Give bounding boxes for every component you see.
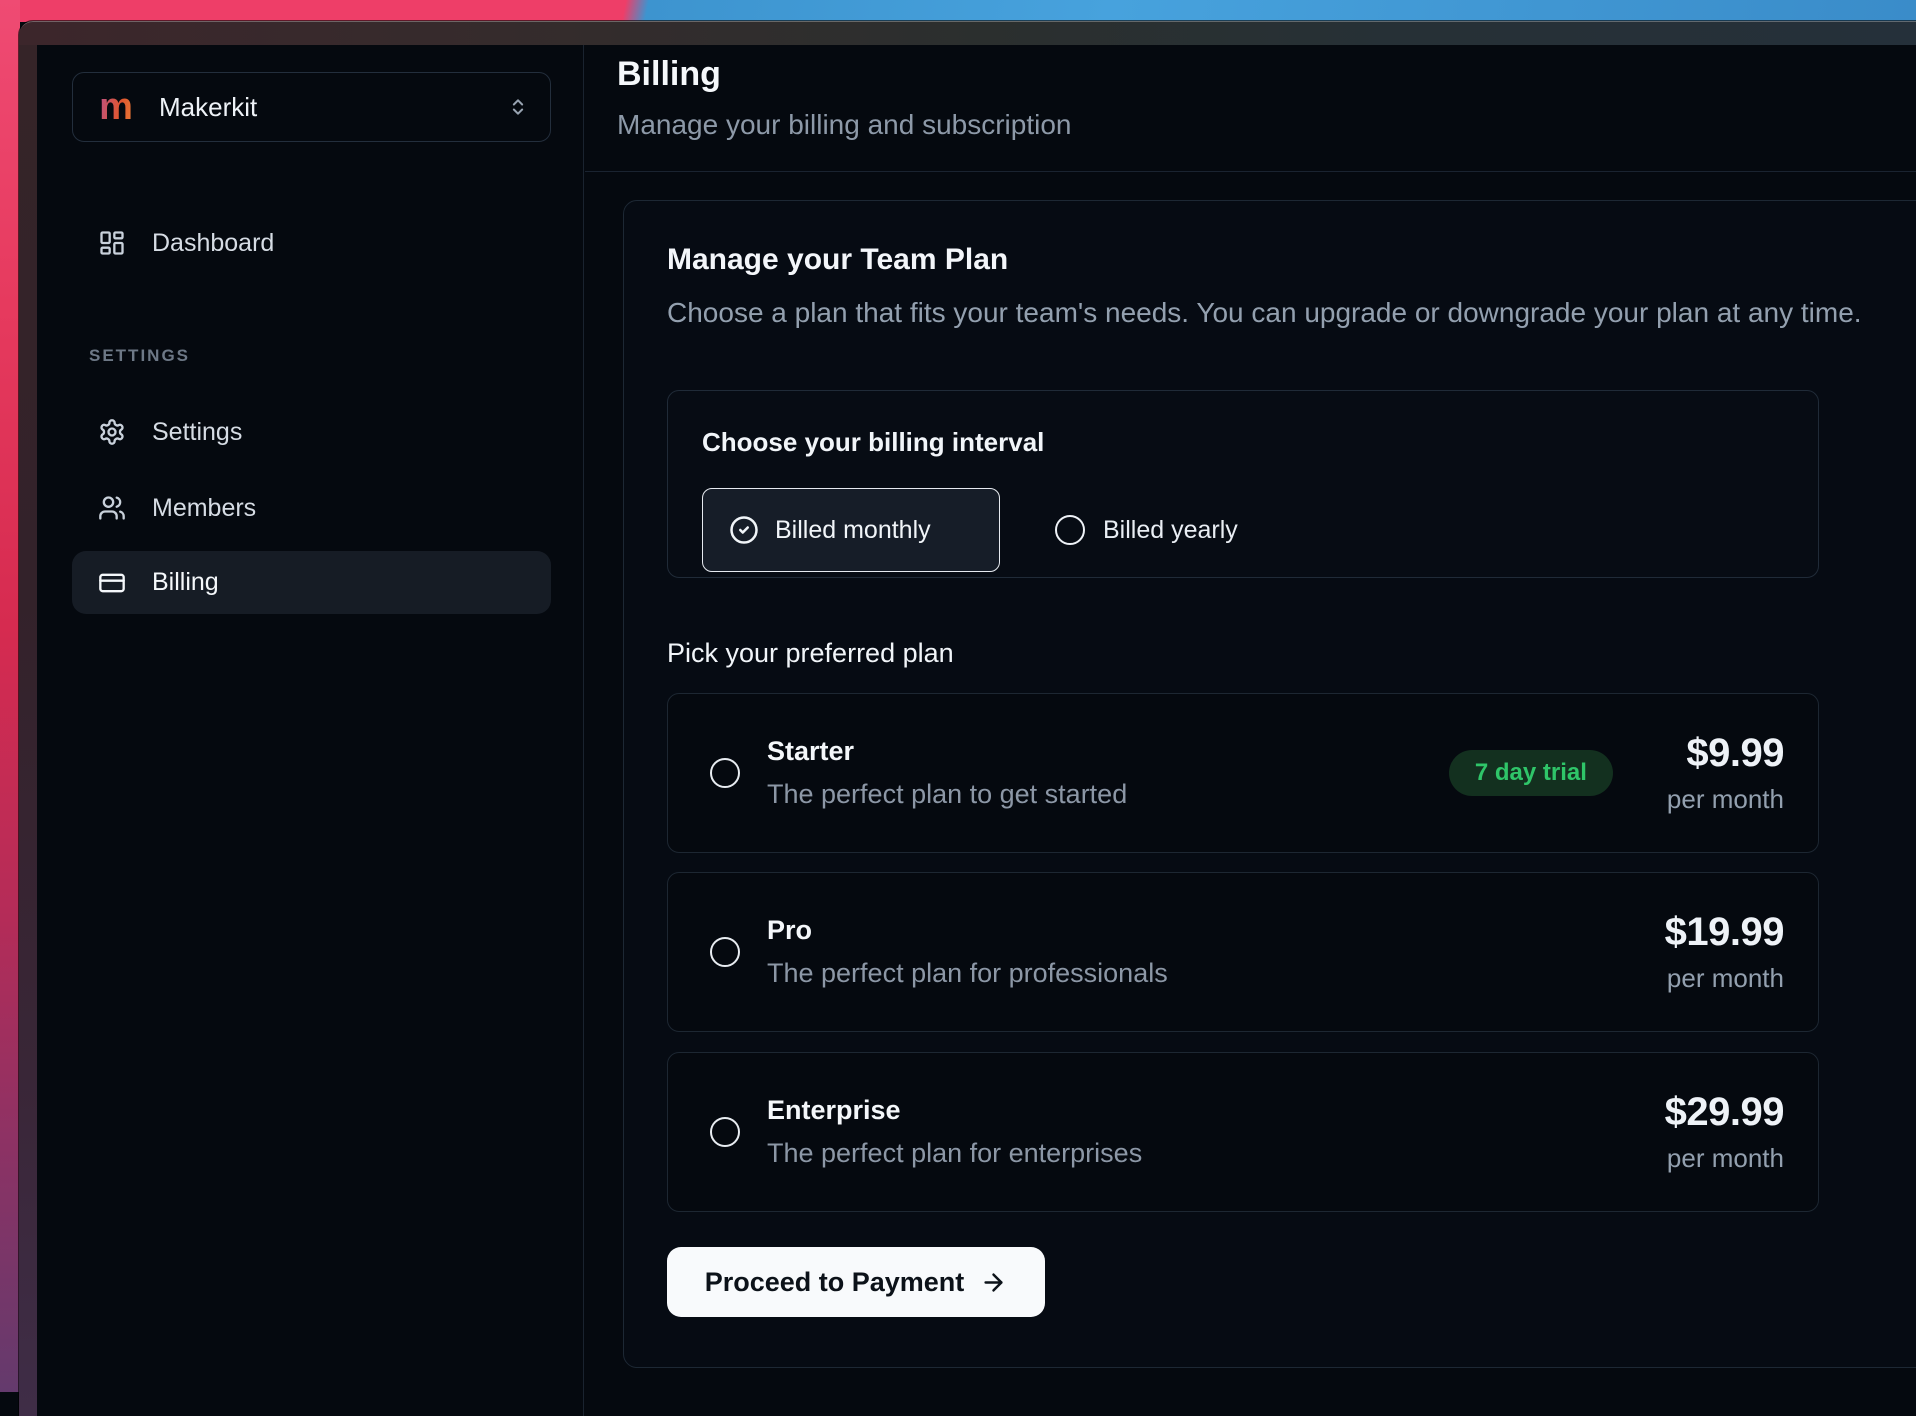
proceed-to-payment-label: Proceed to Payment (705, 1267, 965, 1298)
billed-yearly-option[interactable]: Billed yearly (1055, 515, 1238, 545)
team-plan-card: Manage your Team Plan Choose a plan that… (623, 200, 1916, 1368)
circle-check-icon (729, 515, 759, 545)
radio-icon[interactable] (1055, 515, 1085, 545)
billing-interval-label: Choose your billing interval (702, 427, 1044, 458)
pick-plan-label: Pick your preferred plan (667, 638, 954, 669)
billed-monthly-option[interactable]: Billed monthly (702, 488, 1000, 572)
dashboard-icon (98, 229, 126, 257)
sidebar: m Makerkit Dashboard SETTINGS Settings M… (37, 45, 584, 1416)
window-titlebar (19, 21, 1916, 45)
plan-price: $9.99 (1686, 731, 1784, 776)
plan-name: Starter (767, 736, 1127, 767)
app-window: m Makerkit Dashboard SETTINGS Settings M… (19, 21, 1916, 1416)
proceed-to-payment-button[interactable]: Proceed to Payment (667, 1247, 1045, 1317)
sidebar-item-members[interactable]: Members (72, 486, 551, 530)
desktop-wallpaper-top (0, 0, 1916, 22)
window-left-edge (19, 45, 37, 1416)
billed-monthly-label: Billed monthly (775, 516, 931, 545)
plan-price: $29.99 (1665, 1090, 1784, 1135)
plan-description: The perfect plan for enterprises (767, 1138, 1142, 1169)
workspace-name: Makerkit (159, 92, 508, 123)
plan-row-starter[interactable]: Starter The perfect plan to get started … (667, 693, 1819, 853)
trial-badge: 7 day trial (1449, 750, 1613, 796)
credit-card-icon (98, 569, 126, 597)
sidebar-item-dashboard[interactable]: Dashboard (72, 221, 551, 265)
page-title: Billing (617, 55, 721, 94)
radio-icon[interactable] (710, 758, 740, 788)
plan-name: Pro (767, 915, 1168, 946)
workspace-selector[interactable]: m Makerkit (72, 72, 551, 142)
gear-icon (98, 418, 126, 446)
desktop-wallpaper-left (0, 0, 20, 1392)
billing-interval-group: Choose your billing interval Billed mont… (667, 390, 1819, 578)
plan-description: The perfect plan to get started (767, 779, 1127, 810)
sidebar-item-label: Billing (152, 568, 219, 597)
plan-description: The perfect plan for professionals (767, 958, 1168, 989)
sidebar-item-label: Members (152, 494, 256, 523)
plan-row-enterprise[interactable]: Enterprise The perfect plan for enterpri… (667, 1052, 1819, 1212)
arrow-right-icon (980, 1269, 1007, 1296)
plan-period: per month (1667, 1143, 1784, 1174)
chevrons-up-down-icon (508, 97, 528, 117)
radio-icon[interactable] (710, 937, 740, 967)
plan-price: $19.99 (1665, 910, 1784, 955)
billed-yearly-label: Billed yearly (1103, 516, 1238, 545)
sidebar-item-label: Dashboard (152, 229, 274, 258)
page-subtitle: Manage your billing and subscription (617, 109, 1072, 141)
sidebar-item-label: Settings (152, 418, 242, 447)
page-header: Billing Manage your billing and subscrip… (585, 45, 1916, 172)
makerkit-logo: m (73, 88, 159, 126)
team-plan-subtitle: Choose a plan that fits your team's need… (667, 297, 1862, 329)
users-icon (98, 494, 126, 522)
team-plan-title: Manage your Team Plan (667, 243, 1008, 277)
plan-name: Enterprise (767, 1095, 1142, 1126)
plan-period: per month (1667, 784, 1784, 815)
plan-period: per month (1667, 963, 1784, 994)
sidebar-section-settings: SETTINGS (89, 346, 190, 366)
radio-icon[interactable] (710, 1117, 740, 1147)
sidebar-item-billing[interactable]: Billing (72, 551, 551, 614)
sidebar-item-settings[interactable]: Settings (72, 410, 551, 454)
plan-row-pro[interactable]: Pro The perfect plan for professionals $… (667, 872, 1819, 1032)
